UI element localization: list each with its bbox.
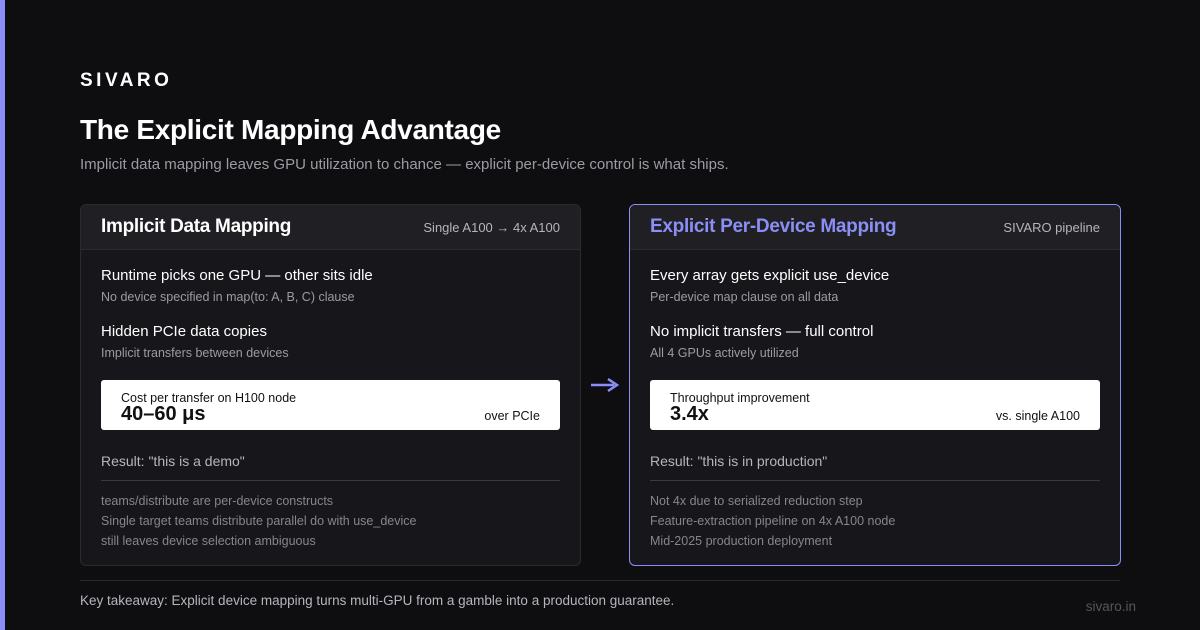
point-item: Every array gets explicit use_device Per… xyxy=(650,266,1100,305)
point-description: Per-device map clause on all data xyxy=(650,290,839,304)
point-title: Every array gets explicit use_device xyxy=(650,267,890,284)
card-title: Implicit Data Mapping xyxy=(101,216,292,237)
point-title: No implicit transfers — full control xyxy=(650,323,874,340)
point-item: Hidden PCIe data copies Implicit transfe… xyxy=(101,322,560,361)
accent-bar xyxy=(0,0,5,630)
card-header: Implicit Data Mapping Single A100 → 4x A… xyxy=(81,205,580,250)
page-title: The Explicit Mapping Advantage xyxy=(80,114,501,145)
result-text: Result: "this is a demo" xyxy=(101,453,560,481)
point-description: All 4 GPUs actively utilized xyxy=(650,346,799,360)
metric-value: 3.4x xyxy=(670,403,709,425)
note-item: Feature-extraction pipeline on 4x A100 n… xyxy=(650,514,896,528)
brand-logo: SIVARO xyxy=(80,70,173,91)
key-takeaway: Key takeaway: Explicit device mapping tu… xyxy=(80,593,675,608)
note-item: Single target teams distribute parallel … xyxy=(101,514,417,528)
point-description: Implicit transfers between devices xyxy=(101,346,289,360)
card-title: Explicit Per-Device Mapping xyxy=(650,216,897,237)
page-subtitle: Implicit data mapping leaves GPU utiliza… xyxy=(80,156,729,173)
result-text: Result: "this is in production" xyxy=(650,453,1100,481)
metric-note: over PCIe xyxy=(484,409,540,423)
point-title: Runtime picks one GPU — other sits idle xyxy=(101,267,373,284)
notes-list: teams/distribute are per-device construc… xyxy=(101,491,560,551)
point-description: No device specified in map(to: A, B, C) … xyxy=(101,290,355,304)
card-header: Explicit Per-Device Mapping SIVARO pipel… xyxy=(630,205,1120,250)
note-item: Not 4x due to serialized reduction step xyxy=(650,494,863,508)
card-tag: Single A100 → 4x A100 xyxy=(423,219,560,235)
metric-box: Cost per transfer on H100 node 40–60 μs … xyxy=(101,380,560,430)
card-tag: SIVARO pipeline xyxy=(1003,219,1100,235)
arrow-right-icon xyxy=(591,377,620,393)
notes-list: Not 4x due to serialized reduction step … xyxy=(650,491,1100,551)
note-item: teams/distribute are per-device construc… xyxy=(101,494,334,508)
site-url: sivaro.in xyxy=(1085,599,1136,614)
explicit-mapping-card: Explicit Per-Device Mapping SIVARO pipel… xyxy=(629,204,1121,566)
metric-note: vs. single A100 xyxy=(995,409,1080,423)
note-item: still leaves device selection ambiguous xyxy=(101,534,316,548)
point-item: Runtime picks one GPU — other sits idle … xyxy=(101,266,560,305)
implicit-mapping-card: Implicit Data Mapping Single A100 → 4x A… xyxy=(80,204,581,566)
point-item: No implicit transfers — full control All… xyxy=(650,322,1100,361)
note-item: Mid-2025 production deployment xyxy=(650,534,833,548)
point-title: Hidden PCIe data copies xyxy=(101,323,267,340)
metric-value: 40–60 μs xyxy=(121,403,206,425)
metric-box: Throughput improvement 3.4x vs. single A… xyxy=(650,380,1100,430)
footer-divider xyxy=(80,580,1120,581)
